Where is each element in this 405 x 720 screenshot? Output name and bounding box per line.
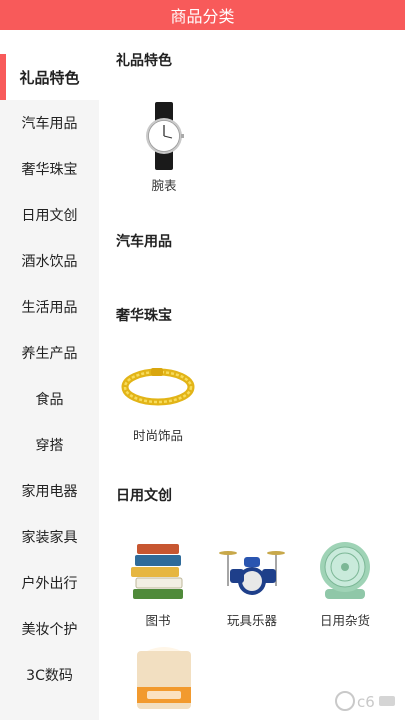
sidebar-item-label: 汽车用品 xyxy=(21,116,78,132)
product-label: 日用杂货 xyxy=(319,613,370,628)
product-books[interactable]: 图书 xyxy=(118,535,198,629)
product-label: 玩具乐器 xyxy=(226,613,277,628)
svg-text:c6: c6 xyxy=(357,693,375,711)
product-toys-instruments[interactable]: 玩具乐器 xyxy=(212,535,292,629)
sidebar-item-gifts[interactable]: 礼品特色 xyxy=(0,54,99,100)
sidebar-item-label: 家装家具 xyxy=(21,530,78,546)
watch-icon xyxy=(146,102,184,170)
category-content: 礼品特色 腕表 汽车用品 奢华珠宝 时尚饰品 日用文创 图书 玩具乐器 日用杂货 xyxy=(99,30,405,720)
sidebar-item-food[interactable]: 食品 xyxy=(0,376,99,422)
books-icon xyxy=(131,544,183,599)
product-daily-sundries[interactable]: 日用杂货 xyxy=(305,535,385,629)
sidebar-item-label: 生活用品 xyxy=(21,300,78,316)
sidebar-item-wellness[interactable]: 养生产品 xyxy=(0,330,99,376)
sidebar-item-daily-stationery[interactable]: 日用文创 xyxy=(0,192,99,238)
sidebar-item-label: 奢华珠宝 xyxy=(21,162,78,178)
tissue-box-icon xyxy=(137,647,191,709)
sidebar-item-appliances[interactable]: 家用电器 xyxy=(0,468,99,514)
sidebar-item-drinks[interactable]: 酒水饮品 xyxy=(0,238,99,284)
sidebar-item-label: 日用文创 xyxy=(21,208,78,224)
drum-kit-icon xyxy=(219,551,285,595)
product-tissue[interactable] xyxy=(124,642,204,717)
sidebar-item-jewelry[interactable]: 奢华珠宝 xyxy=(0,146,99,192)
gold-bracelet-icon xyxy=(121,368,195,406)
sidebar-item-beauty[interactable]: 美妆个护 xyxy=(0,606,99,652)
sidebar-item-apparel[interactable]: 穿搭 xyxy=(0,422,99,468)
sidebar-item-label: 酒水饮品 xyxy=(21,254,78,270)
section-title-auto: 汽车用品 xyxy=(116,234,172,250)
page-title: 商品分类 xyxy=(170,7,235,26)
top-bar: 商品分类 xyxy=(0,0,405,30)
sidebar-item-outdoor[interactable]: 户外出行 xyxy=(0,560,99,606)
sidebar-item-furniture[interactable]: 家装家具 xyxy=(0,514,99,560)
product-fashion-jewelry[interactable]: 时尚饰品 xyxy=(118,350,198,444)
section-title-daily-stationery: 日用文创 xyxy=(116,488,172,504)
section-title-jewelry: 奢华珠宝 xyxy=(116,308,172,324)
sidebar-item-auto[interactable]: 汽车用品 xyxy=(0,100,99,146)
category-sidebar: 礼品特色 汽车用品 奢华珠宝 日用文创 酒水饮品 生活用品 养生产品 食品 穿搭… xyxy=(0,54,99,720)
sidebar-item-label: 穿搭 xyxy=(35,438,64,454)
product-label: 腕表 xyxy=(151,178,177,193)
sidebar-item-label: 食品 xyxy=(35,392,64,408)
product-label: 时尚饰品 xyxy=(132,428,183,443)
pc6-watermark-logo: c6 xyxy=(335,691,395,711)
product-label: 图书 xyxy=(145,613,171,628)
sidebar-item-label: 礼品特色 xyxy=(19,68,80,87)
product-watch[interactable]: 腕表 xyxy=(124,100,204,194)
section-title-gifts: 礼品特色 xyxy=(116,53,172,69)
sidebar-item-household[interactable]: 生活用品 xyxy=(0,284,99,330)
sidebar-item-label: 养生产品 xyxy=(21,346,78,362)
desk-fan-icon xyxy=(320,542,370,599)
sidebar-item-label: 家用电器 xyxy=(21,484,78,500)
sidebar-item-label: 美妆个护 xyxy=(21,622,78,638)
active-indicator xyxy=(0,54,6,100)
sidebar-item-label: 3C数码 xyxy=(26,668,73,684)
sidebar-item-digital[interactable]: 3C数码 xyxy=(0,652,99,698)
sidebar-item-label: 户外出行 xyxy=(21,576,78,592)
